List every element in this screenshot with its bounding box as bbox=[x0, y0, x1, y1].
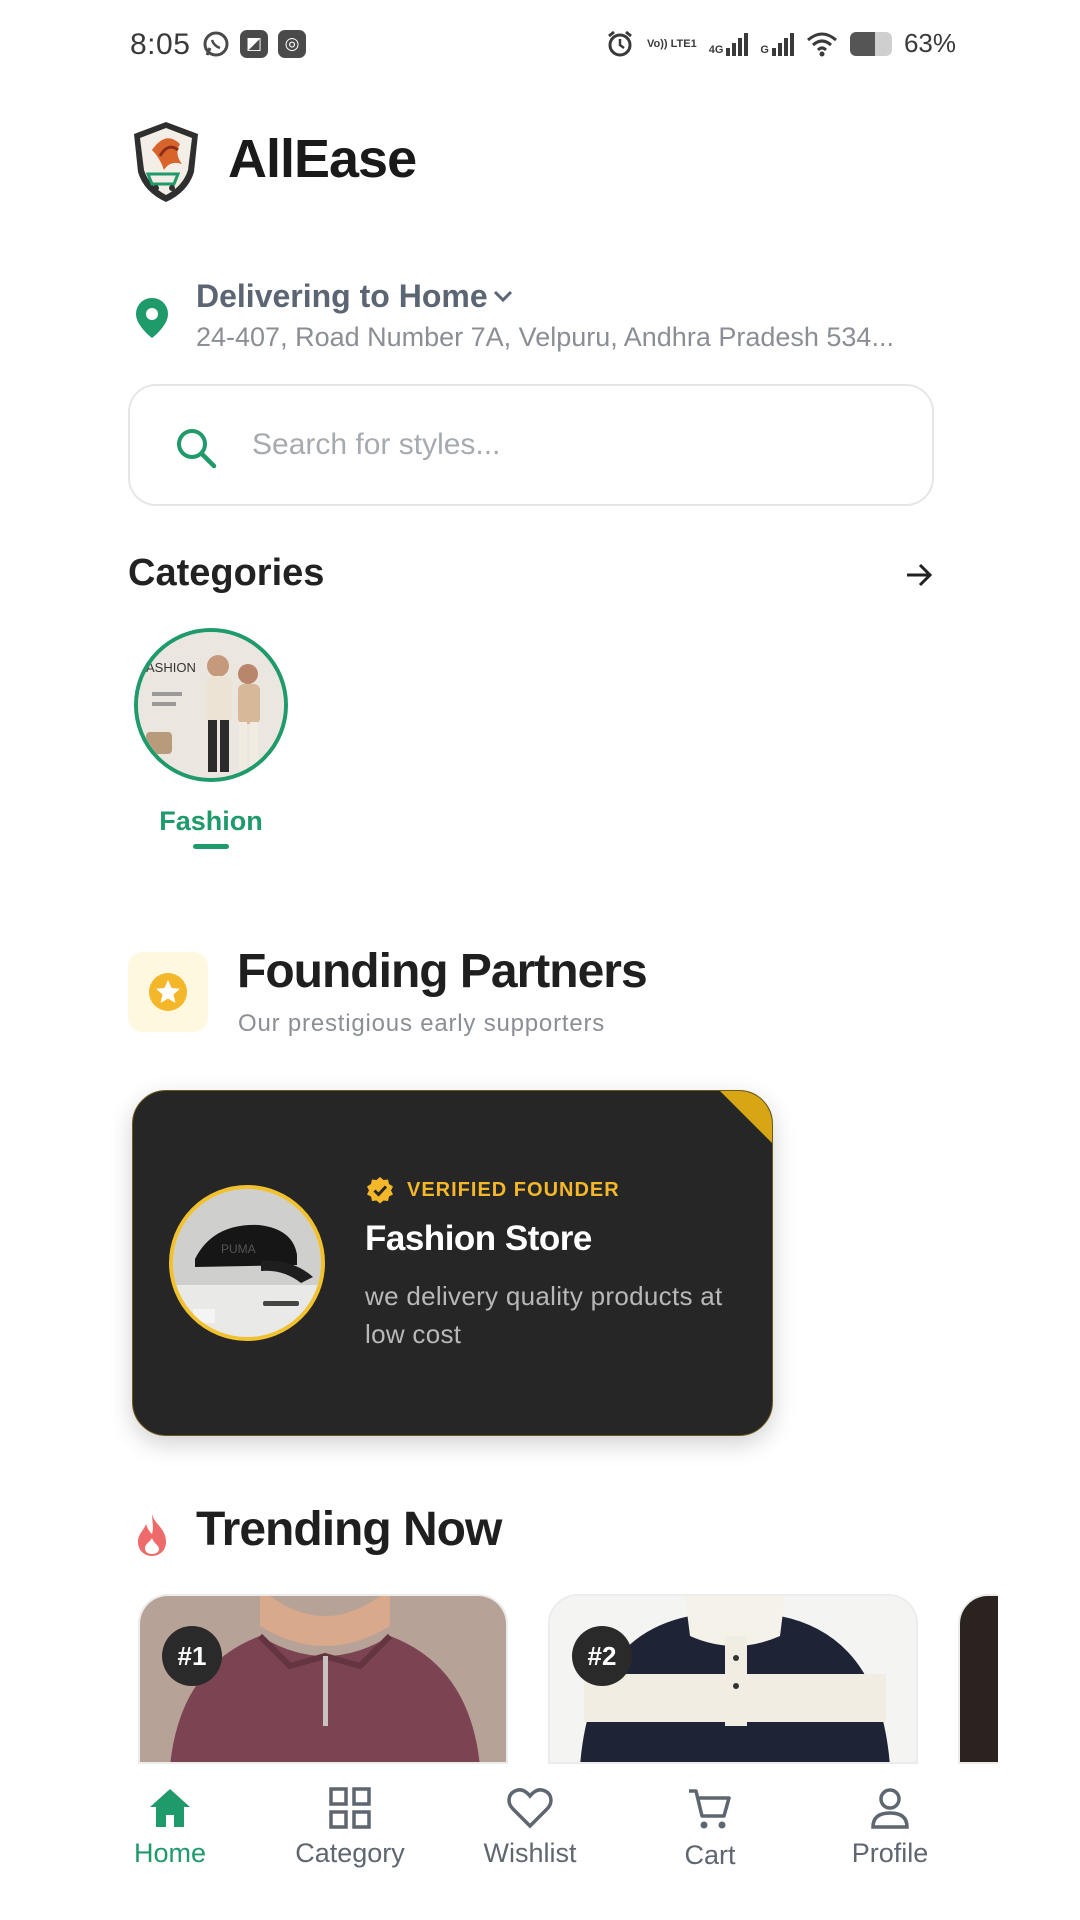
system-status-icons: Vo)) LTE1 4G G 63% bbox=[605, 28, 956, 59]
verified-check-icon bbox=[367, 1177, 393, 1204]
wifi-icon bbox=[806, 32, 837, 56]
founding-partners-heading: Founding Partners bbox=[237, 945, 648, 998]
verified-founder-badge: VERIFIED FOUNDER bbox=[365, 1175, 620, 1205]
brand-logo bbox=[130, 120, 202, 204]
founder-store-name: Fashion Store bbox=[365, 1219, 592, 1258]
nav-cart[interactable]: Cart bbox=[630, 1786, 790, 1871]
founder-avatar: PUMA bbox=[169, 1185, 325, 1341]
founding-partners-badge bbox=[128, 952, 208, 1032]
settings-app-icon: ◎ bbox=[278, 30, 306, 58]
nav-category-label: Category bbox=[295, 1838, 405, 1868]
founder-store-description: we delivery quality products at low cost bbox=[365, 1281, 723, 1349]
verified-founder-label: VERIFIED FOUNDER bbox=[407, 1178, 620, 1201]
search-bar[interactable] bbox=[128, 384, 934, 506]
founding-partners-subtitle: Our prestigious early supporters bbox=[238, 1010, 606, 1037]
network-g-label: G bbox=[760, 43, 769, 56]
trending-product-card[interactable]: #2 bbox=[548, 1594, 918, 1764]
category-label-fashion[interactable]: Fashion bbox=[134, 806, 288, 837]
alarm-icon bbox=[608, 30, 632, 56]
notification-icons: ◩ ◎ bbox=[202, 30, 306, 58]
category-fashion-image[interactable]: ASHION bbox=[134, 628, 288, 782]
category-selected-indicator bbox=[193, 844, 229, 849]
signal-icon: 4G bbox=[709, 32, 749, 56]
app-icon: ◩ bbox=[240, 30, 268, 58]
nav-cart-label: Cart bbox=[684, 1840, 736, 1870]
battery-percent: 63% bbox=[903, 28, 956, 58]
location-pin-icon bbox=[134, 296, 170, 345]
delivery-location-selector[interactable]: Delivering to Home bbox=[196, 278, 488, 315]
flame-icon bbox=[132, 1512, 172, 1563]
category-image-text: ASHION bbox=[146, 660, 196, 675]
nav-profile[interactable]: Profile bbox=[810, 1786, 970, 1869]
person-icon bbox=[871, 1788, 909, 1829]
grid-icon bbox=[329, 1787, 371, 1829]
search-input[interactable] bbox=[250, 416, 854, 474]
gold-corner-ribbon bbox=[720, 1091, 772, 1143]
nav-profile-label: Profile bbox=[851, 1838, 929, 1868]
app-title: AllEase bbox=[228, 129, 417, 189]
whatsapp-icon bbox=[203, 31, 229, 57]
nav-category[interactable]: Category bbox=[270, 1786, 430, 1869]
nav-home-label: Home bbox=[133, 1838, 207, 1868]
battery-icon bbox=[849, 31, 892, 56]
search-icon bbox=[174, 426, 218, 475]
status-time: 8:05 bbox=[130, 28, 191, 61]
star-icon bbox=[149, 973, 187, 1011]
avatar-image-text: PUMA bbox=[221, 1242, 256, 1256]
delivery-address: 24-407, Road Number 7A, Velpuru, Andhra … bbox=[196, 322, 894, 352]
rank-badge: #2 bbox=[572, 1626, 632, 1686]
arrow-right-icon[interactable] bbox=[904, 562, 934, 593]
nav-home[interactable]: Home bbox=[90, 1786, 250, 1869]
rank-badge: #1 bbox=[162, 1626, 222, 1686]
signal-icon: G bbox=[760, 32, 794, 56]
founder-card[interactable]: PUMA VERIFIED FOUNDER Fashion Store we d… bbox=[132, 1090, 773, 1436]
nav-wishlist-label: Wishlist bbox=[483, 1838, 577, 1868]
trending-heading: Trending Now bbox=[196, 1503, 502, 1556]
cart-icon bbox=[689, 1789, 731, 1829]
trending-product-card[interactable]: #1 bbox=[138, 1594, 508, 1764]
home-icon bbox=[150, 1789, 190, 1827]
nav-wishlist[interactable]: Wishlist bbox=[450, 1786, 610, 1869]
trending-product-card-partial[interactable] bbox=[958, 1594, 998, 1764]
heart-icon bbox=[507, 1788, 553, 1829]
volte-label: Vo)) LTE1 bbox=[647, 37, 697, 50]
categories-heading: Categories bbox=[128, 552, 325, 594]
network-4g-label: 4G bbox=[708, 43, 724, 56]
bottom-navigation: Home Category Wishlist Cart Profile bbox=[0, 1764, 1080, 1920]
chevron-down-icon[interactable] bbox=[492, 288, 514, 309]
